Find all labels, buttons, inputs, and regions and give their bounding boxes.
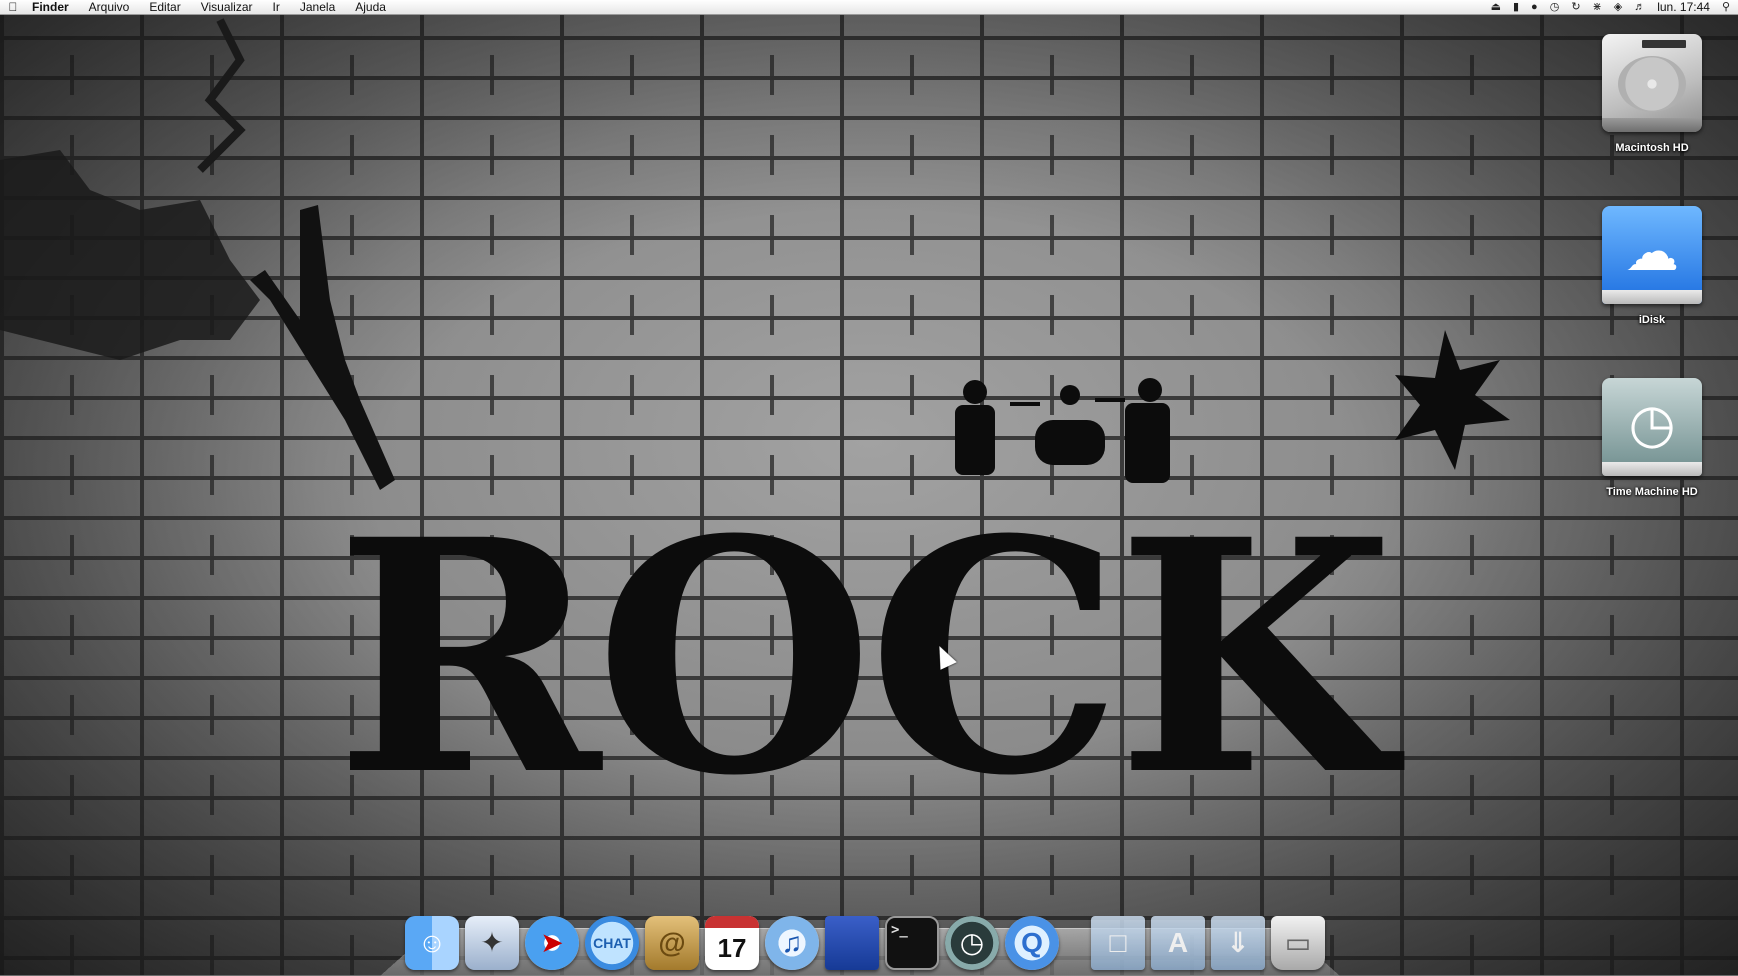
downloads-stack-icon[interactable]: ⇓ <box>1211 916 1265 970</box>
menu-extras: ⏏ ▮ ● ◷ ↻ ⋇ ◈ ♬ lun. 17:44 ⚲ <box>1491 0 1738 14</box>
desktop-icon-label: Macintosh HD <box>1615 142 1689 154</box>
bluetooth-icon[interactable]: ⋇ <box>1593 0 1602 14</box>
quicktime-icon[interactable]: Q <box>1005 916 1059 970</box>
spotlight-icon[interactable]: ⚲ <box>1722 0 1730 14</box>
menu-arquivo[interactable]: Arquivo <box>79 0 140 14</box>
terminal-prompt: >_ <box>891 922 908 938</box>
menu-ajuda[interactable]: Ajuda <box>345 0 396 14</box>
address-book-icon[interactable]: @ <box>645 916 699 970</box>
menu-bar:  Finder Arquivo Editar Visualizar Ir Ja… <box>0 0 1738 15</box>
user-icon[interactable]: ● <box>1531 0 1538 14</box>
desktop-icon-idisk[interactable]: ☁ iDisk <box>1592 200 1712 326</box>
desktop-icon-macintosh-hd[interactable]: Macintosh HD <box>1592 28 1712 154</box>
mail-icon[interactable]: ✦ <box>465 916 519 970</box>
documents-stack-icon[interactable]: □ <box>1091 916 1145 970</box>
dock: ☺ ✦ ➤ CHAT @ 17 ♫ >_ ◷ Q □ A ⇓ ▭ <box>405 910 1325 970</box>
time-machine-icon[interactable]: ◷ <box>1550 0 1560 14</box>
time-machine-drive-icon: ◷ <box>1602 378 1702 476</box>
idisk-icon: ☁ <box>1602 206 1702 304</box>
menu-janela[interactable]: Janela <box>290 0 345 14</box>
app-icon[interactable] <box>825 916 879 970</box>
finder-icon[interactable]: ☺ <box>405 916 459 970</box>
sync-icon[interactable]: ↻ <box>1571 0 1580 14</box>
time-machine-icon[interactable]: ◷ <box>945 916 999 970</box>
ical-icon[interactable]: 17 <box>705 916 759 970</box>
menu-editar[interactable]: Editar <box>139 0 190 14</box>
ichat-label: CHAT <box>593 935 631 951</box>
menu-visualizar[interactable]: Visualizar <box>191 0 263 14</box>
menu-finder[interactable]: Finder <box>26 0 79 14</box>
apple-menu-icon[interactable]:  <box>0 0 26 14</box>
hard-drive-icon <box>1602 34 1702 132</box>
terminal-icon[interactable]: >_ <box>885 916 939 970</box>
menu-clock[interactable]: lun. 17:44 <box>1657 0 1710 14</box>
desktop-icon-label: iDisk <box>1638 314 1666 326</box>
eject-icon[interactable]: ⏏ <box>1491 0 1501 14</box>
rock-wallpaper-text: ROCK <box>335 471 1406 846</box>
desktop-icon-time-machine-hd[interactable]: ◷ Time Machine HD <box>1592 372 1712 498</box>
trash-icon[interactable]: ▭ <box>1271 916 1325 970</box>
safari-icon[interactable]: ➤ <box>525 916 579 970</box>
wifi-icon[interactable]: ◈ <box>1614 0 1622 14</box>
rock-artwork: ROCK <box>0 18 1510 846</box>
ichat-icon[interactable]: CHAT <box>585 916 639 970</box>
battery-icon[interactable]: ▮ <box>1513 0 1519 14</box>
ical-day: 17 <box>717 932 747 963</box>
menu-ir[interactable]: Ir <box>263 0 290 14</box>
desktop-icon-label: Time Machine HD <box>1606 486 1698 498</box>
volume-icon[interactable]: ♬ <box>1634 0 1645 14</box>
applications-stack-icon[interactable]: A <box>1151 916 1205 970</box>
itunes-icon[interactable]: ♫ <box>765 916 819 970</box>
